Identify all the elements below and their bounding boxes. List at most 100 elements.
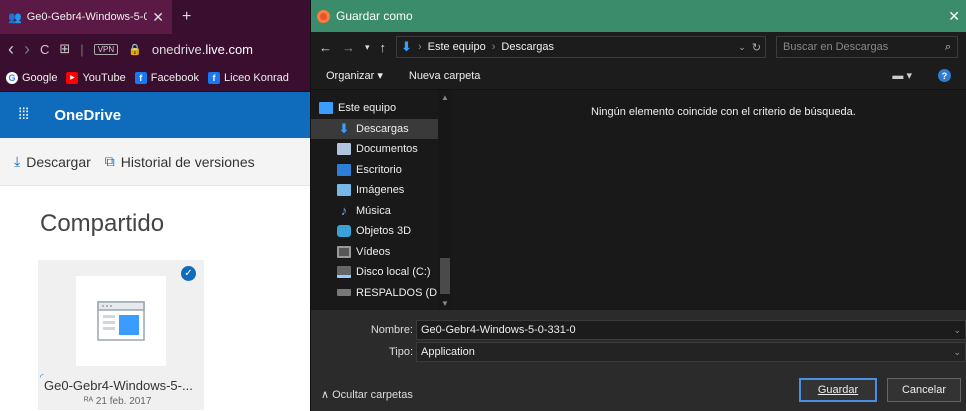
filename-row: Nombre: Ge0-Gebr4-Windows-5-0-331-0 ⌄	[311, 320, 966, 340]
desktop-icon	[337, 163, 351, 176]
organize-menu[interactable]: Organizar ▾	[326, 69, 383, 82]
page-title: Compartido	[40, 210, 165, 237]
chevron-up-icon: ∧	[321, 389, 330, 401]
selected-check-icon[interactable]: ✓	[181, 266, 196, 281]
nav-item-descargas[interactable]: ⬇ Descargas	[311, 118, 446, 139]
scroll-down-icon[interactable]: ▼	[438, 296, 452, 310]
chevron-down-icon[interactable]: ⌄	[738, 42, 746, 53]
file-thumbnail	[76, 276, 166, 366]
pictures-icon	[337, 184, 351, 197]
nav-item-objetos-3d[interactable]: Objetos 3D	[311, 221, 454, 242]
facebook-icon: f	[208, 71, 221, 84]
onedrive-command-bar: ⤓ Descargar ⧉ Historial de versiones	[0, 138, 310, 186]
url-host: onedrive.	[151, 41, 206, 57]
navigation-pane: Este equipo ⬇ Descargas Documentos Escri…	[311, 90, 454, 310]
browser-tab[interactable]: 👥 Ge0-Gebr4-Windows-5-0-3 ✕	[0, 0, 172, 34]
save-as-dialog: Guardar como ✕ ← → ▾ ↑ ⬇ › Este equipo ›…	[310, 0, 966, 411]
version-history-button[interactable]: ⧉ Historial de versiones	[105, 153, 255, 170]
filename-value: Ge0-Gebr4-Windows-5-0-331-0	[421, 324, 576, 336]
reload-icon[interactable]: C	[40, 42, 49, 57]
bookmark-label: Facebook	[150, 71, 200, 84]
browser-window: 👥 Ge0-Gebr4-Windows-5-0-3 ✕ + ‹ › C ⊞ | …	[0, 0, 310, 411]
recent-locations-icon[interactable]: ▾	[365, 42, 370, 53]
file-list-area[interactable]: Ningún elemento coincide con el criterio…	[454, 90, 966, 310]
dialog-title-bar[interactable]: Guardar como ✕	[311, 0, 966, 32]
cancel-button[interactable]: Cancelar	[887, 378, 961, 402]
bookmark-youtube[interactable]: ▶ YouTube	[66, 71, 126, 84]
nav-item-respaldos[interactable]: RESPALDOS (D:)	[311, 283, 454, 304]
nav-item-disco-local[interactable]: Disco local (C:)	[311, 262, 454, 283]
youtube-icon: ▶	[66, 71, 79, 84]
view-options-icon[interactable]: ▬ ▾	[892, 69, 912, 82]
new-folder-button[interactable]: Nueva carpeta	[409, 70, 481, 82]
new-tab-button[interactable]: +	[182, 8, 191, 26]
chevron-down-icon[interactable]: ⌄	[953, 347, 961, 358]
filename-input[interactable]: Ge0-Gebr4-Windows-5-0-331-0 ⌄	[416, 320, 966, 340]
back-arrow-icon[interactable]: ←	[319, 40, 332, 55]
back-icon[interactable]: ‹	[8, 39, 14, 60]
search-placeholder: Buscar en Descargas	[783, 41, 889, 53]
nav-label: Objetos 3D	[356, 225, 412, 238]
forward-icon[interactable]: ›	[24, 39, 30, 60]
filetype-select[interactable]: Application ⌄	[416, 342, 966, 362]
nav-item-imagenes[interactable]: Imágenes	[311, 180, 454, 201]
chevron-right-icon: ›	[491, 41, 496, 53]
opera-browser-icon	[317, 9, 330, 23]
bookmark-label: Liceo Konrad	[224, 71, 289, 84]
nav-label: Documentos	[356, 143, 418, 156]
bookmark-label: Google	[22, 71, 58, 84]
location-bar[interactable]: ⬇ › Este equipo › Descargas ⌄ ↻	[396, 36, 767, 58]
refresh-icon[interactable]: ↻	[752, 41, 761, 54]
filename-label: Nombre:	[370, 324, 413, 336]
application-file-icon	[97, 301, 145, 341]
bookmark-facebook[interactable]: f Facebook	[134, 71, 200, 84]
onedrive-title[interactable]: OneDrive	[54, 107, 121, 124]
hide-folders-toggle[interactable]: ∧ Ocultar carpetas	[321, 388, 413, 401]
version-history-label: Historial de versiones	[120, 153, 255, 170]
url-domain: live.com	[205, 41, 254, 57]
vpn-badge[interactable]: VPN	[93, 43, 119, 55]
scroll-thumb[interactable]	[440, 258, 450, 294]
bookmark-google[interactable]: G Google	[6, 71, 58, 84]
speed-dial-icon[interactable]: ⊞	[59, 41, 70, 57]
version-history-icon: ⧉	[104, 153, 115, 169]
breadcrumb-current[interactable]: Descargas	[501, 41, 554, 53]
browser-toolbar: ‹ › C ⊞ | VPN 🔒 onedrive.live.com	[0, 34, 310, 64]
nav-item-escritorio[interactable]: Escritorio	[311, 160, 454, 181]
search-input[interactable]: Buscar en Descargas ⌕	[776, 36, 958, 58]
cancel-button-label: Cancelar	[901, 384, 947, 396]
nav-label: Disco local (C:)	[356, 266, 431, 279]
file-date: 21 feb. 2017	[95, 396, 152, 407]
lock-icon: 🔒	[128, 43, 142, 56]
music-icon: ♪	[340, 203, 348, 219]
download-arrow-icon: ⬇	[338, 120, 350, 136]
nav-item-este-equipo[interactable]: Este equipo	[311, 98, 454, 119]
file-tile[interactable]: ✓ ◜ Ge0-Gebr4-Windows-5-... ᴿᴬ 21 feb. 2…	[38, 260, 204, 410]
dialog-body: Este equipo ⬇ Descargas Documentos Escri…	[311, 90, 966, 310]
nav-item-musica[interactable]: ♪ Música	[311, 201, 454, 222]
breadcrumb-root[interactable]: Este equipo	[428, 41, 486, 53]
help-icon[interactable]: ?	[938, 69, 951, 82]
scroll-up-icon[interactable]: ▲	[438, 90, 452, 104]
up-arrow-icon[interactable]: ↑	[380, 40, 387, 55]
download-button[interactable]: ⤓ Descargar	[14, 153, 91, 170]
save-button[interactable]: Guardar	[799, 378, 877, 402]
search-icon: ⌕	[944, 40, 951, 53]
close-icon[interactable]: ✕	[948, 8, 960, 25]
people-icon: 👥	[8, 11, 22, 24]
documents-icon	[337, 143, 351, 156]
filetype-value: Application	[421, 346, 475, 358]
nav-scrollbar[interactable]: ▲ ▼	[438, 90, 452, 310]
bookmark-liceo-konrad[interactable]: f Liceo Konrad	[208, 71, 289, 84]
tab-close-icon[interactable]: ✕	[152, 9, 164, 26]
dialog-command-bar: Organizar ▾ Nueva carpeta ▬ ▾ ?	[311, 62, 966, 90]
nav-label: Imágenes	[356, 184, 405, 197]
download-arrow-icon: ⬇	[401, 39, 412, 54]
3d-objects-icon	[337, 225, 351, 238]
address-bar[interactable]: onedrive.live.com	[152, 42, 253, 57]
forward-arrow-icon[interactable]: →	[342, 40, 355, 55]
app-launcher-icon[interactable]: ⁞⁞⁞	[18, 106, 29, 124]
nav-item-documentos[interactable]: Documentos	[311, 139, 454, 160]
nav-item-videos[interactable]: Vídeos	[311, 242, 454, 263]
chevron-down-icon[interactable]: ⌄	[953, 325, 961, 336]
